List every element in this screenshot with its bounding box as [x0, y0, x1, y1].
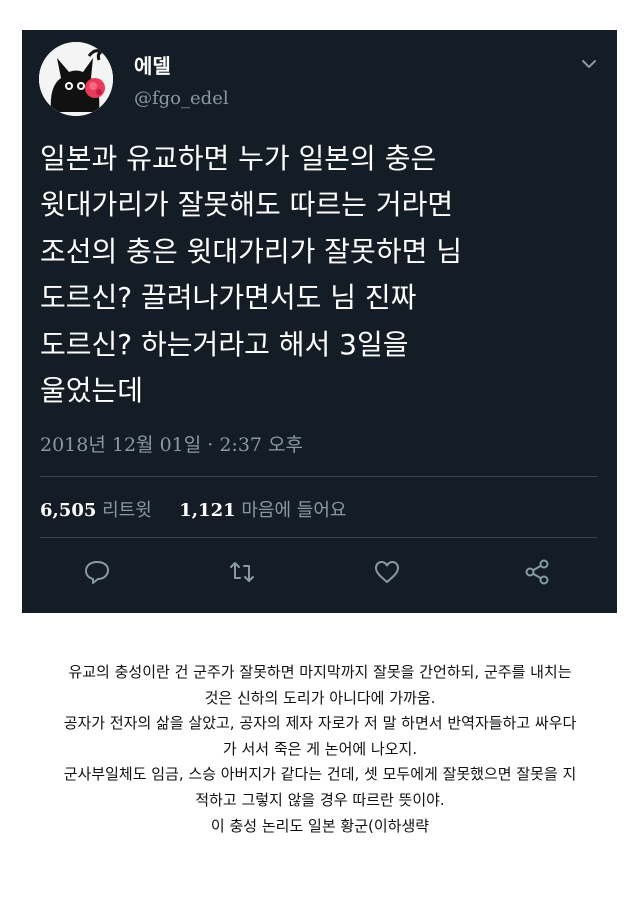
caption-line: 가 서서 죽은 게 논어에 나오지. — [222, 739, 418, 758]
tweet-text-line: 조선의 충은 윗대가리가 잘못하면 님 — [40, 234, 463, 268]
caption-line: 이 충성 논리도 일본 황군(이하생략 — [210, 816, 430, 835]
tweet-timestamp[interactable]: 2018년 12월 01일 · 2:37 오후 — [40, 430, 303, 457]
tweet-text-line: 도르신? 하는거라고 해서 3일을 — [40, 327, 409, 361]
chevron-down-icon[interactable] — [579, 54, 599, 74]
caption-text: 유교의 충성이란 건 군주가 잘못하면 마지막까지 잘못을 간언하되, 군주를 … — [0, 660, 640, 839]
tweet-text-line: 도르신? 끌려나가면서도 님 진짜 — [40, 281, 417, 315]
like-label[interactable]: 마음에 들어요 — [241, 500, 346, 521]
retweet-icon[interactable] — [227, 557, 257, 587]
reply-icon[interactable] — [82, 557, 112, 587]
display-name[interactable]: 에델 — [134, 50, 171, 79]
tweet-text: 일본과 유교하면 누가 일본의 충은 윗대가리가 잘못해도 따르는 거라면 조선… — [40, 136, 595, 414]
caption-line: 공자가 전자의 삶을 살았고, 공자의 제자 자로가 저 말 하면서 반역자들하… — [63, 714, 577, 733]
divider — [40, 476, 597, 477]
tweet-text-line: 윗대가리가 잘못해도 따르는 거라면 — [40, 188, 454, 222]
divider — [40, 537, 597, 538]
share-icon[interactable] — [522, 557, 552, 587]
black-cat-avatar-icon — [39, 42, 113, 116]
caption-line: 것은 신하의 도리가 아니다에 가까움. — [204, 688, 436, 707]
page: 에델 @fgo_edel 일본과 유교하면 누가 일본의 충은 윗대가리가 잘못… — [0, 0, 640, 898]
engagement-stats: 6,505 리트윗 1,121 마음에 들어요 — [40, 496, 346, 522]
caption-line: 적하고 그렇지 않을 경우 따르란 뜻이야. — [195, 790, 445, 809]
retweet-label[interactable]: 리트윗 — [102, 500, 152, 521]
tweet-actions — [82, 557, 582, 587]
user-handle[interactable]: @fgo_edel — [134, 88, 229, 109]
retweet-count[interactable]: 6,505 — [40, 500, 96, 521]
caption-line: 군사부일체도 임금, 스승 아버지가 같다는 건데, 셋 모두에게 잘못했으면 … — [63, 765, 577, 784]
avatar[interactable] — [39, 42, 113, 116]
tweet-text-line: 일본과 유교하면 누가 일본의 충은 — [40, 142, 437, 175]
tweet-card: 에델 @fgo_edel 일본과 유교하면 누가 일본의 충은 윗대가리가 잘못… — [22, 30, 617, 613]
like-count[interactable]: 1,121 — [179, 500, 235, 521]
caption-line: 유교의 충성이란 건 군주가 잘못하면 마지막까지 잘못을 간언하되, 군주를 … — [68, 663, 572, 681]
tweet-text-line: 울었는데 — [40, 374, 144, 408]
heart-icon[interactable] — [372, 557, 402, 587]
